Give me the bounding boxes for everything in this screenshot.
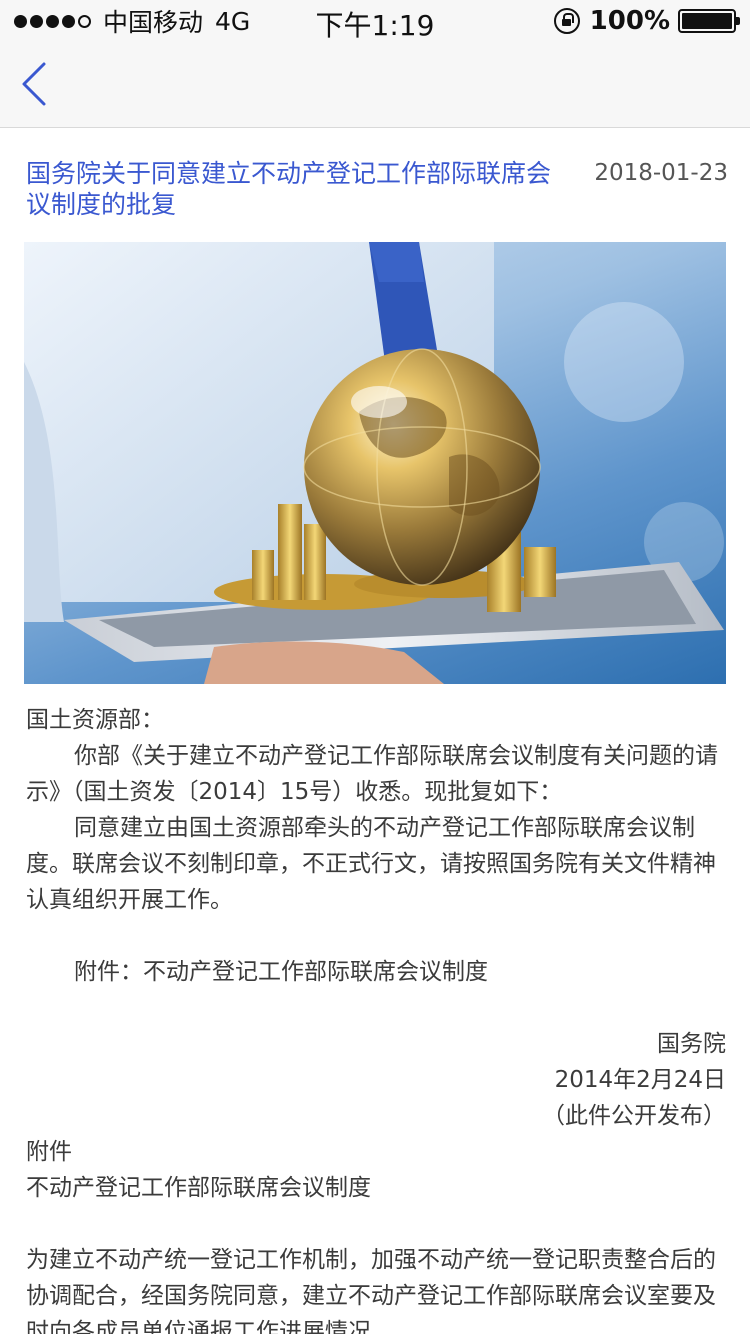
article-date: 2018-01-23	[594, 160, 728, 186]
hero-illustration	[24, 242, 724, 684]
navigation-bar	[0, 40, 750, 128]
paragraph: 你部《关于建立不动产登记工作部际联席会议制度有关问题的请示》（国土资发〔2014…	[26, 743, 718, 805]
attachment-heading: 附件	[26, 1139, 72, 1165]
article-body: 国土资源部： 你部《关于建立不动产登记工作部际联席会议制度有关问题的请示》（国土…	[26, 702, 726, 1334]
attachment-title: 不动产登记工作部际联席会议制度	[26, 1175, 371, 1201]
battery-percent: 100%	[589, 6, 670, 36]
article-header: 国务院关于同意建立不动产登记工作部际联席会议制度的批复 2018-01-23	[26, 158, 728, 220]
rotation-lock-icon	[553, 8, 580, 34]
publish-note: （此件公开发布）	[542, 1103, 726, 1129]
paragraph: 同意建立由国土资源部牵头的不动产登记工作部际联席会议制度。联席会议不刻制印章，不…	[26, 815, 716, 913]
battery-level	[682, 13, 732, 29]
chevron-left-icon	[22, 62, 46, 106]
battery-icon	[678, 9, 740, 33]
paragraph: 为建立不动产统一登记工作机制，加强不动产统一登记职责整合后的协调配合，经国务院同…	[26, 1247, 716, 1334]
hero-image	[24, 242, 726, 684]
issue-date: 2014年2月24日	[554, 1067, 726, 1093]
issuer: 国务院	[657, 1031, 726, 1057]
article-title[interactable]: 国务院关于同意建立不动产登记工作部际联席会议制度的批复	[26, 158, 574, 220]
back-button[interactable]	[14, 60, 58, 108]
attachment-line: 附件：不动产登记工作部际联席会议制度	[74, 959, 488, 985]
status-right: 100%	[553, 6, 740, 36]
salutation: 国土资源部：	[26, 707, 164, 733]
status-bar: 中国移动 4G 下午1:19 100%	[0, 0, 750, 42]
